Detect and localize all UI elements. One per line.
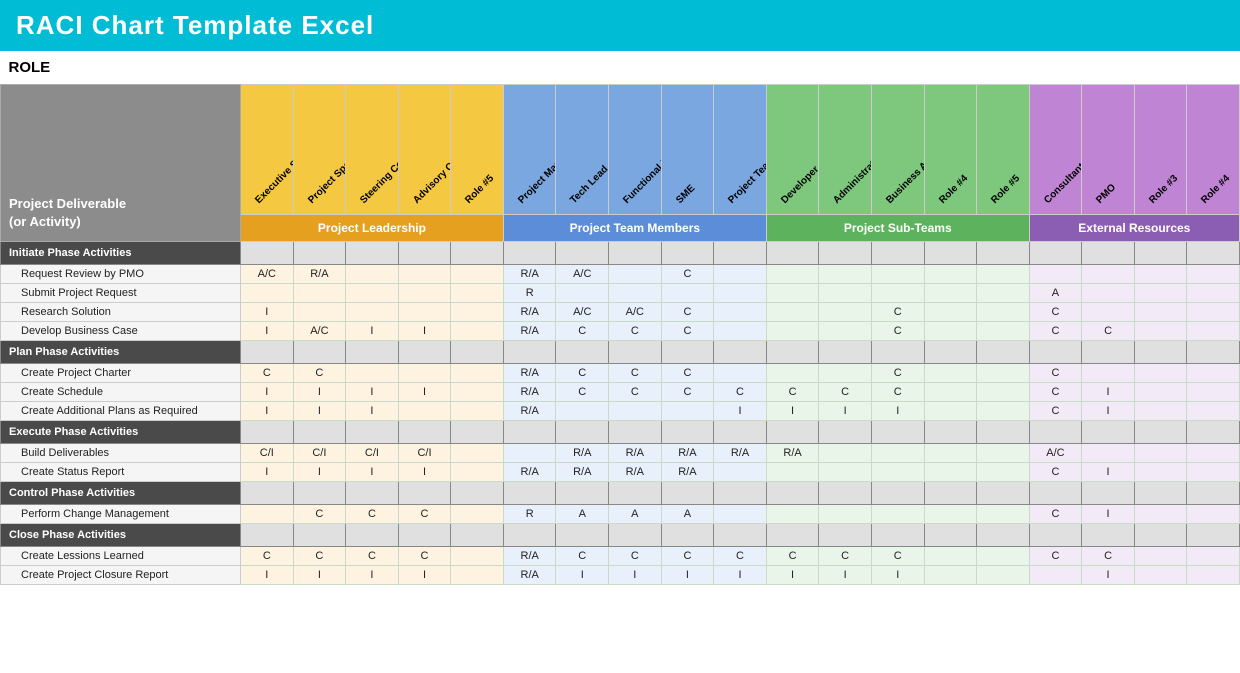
group-leadership: Project Leadership [241, 215, 504, 242]
col-header-role5-subteam: Role #5 [977, 85, 1030, 215]
col-header-steering-committee: Steering Committee [346, 85, 399, 215]
phase-close-label: Close Phase Activities [1, 524, 241, 547]
group-team: Project Team Members [503, 215, 766, 242]
row-submit-project: Submit Project Request R A [1, 284, 1240, 303]
activity-request-review: Request Review by PMO [1, 265, 241, 284]
phase-row-control: Control Phase Activities [1, 482, 1240, 505]
activity-lessons-learned: Create Lessions Learned [1, 547, 241, 566]
activity-column-header: Project Deliverable (or Activity) [1, 85, 241, 242]
col-header-role4-subteam: Role #4 [924, 85, 977, 215]
row-research-solution: Research Solution I R/AA/CA/CC C C [1, 303, 1240, 322]
row-request-review: Request Review by PMO A/CR/A R/AA/CC [1, 265, 1240, 284]
activity-create-charter: Create Project Charter [1, 364, 241, 383]
row-develop-business: Develop Business Case IA/CII R/ACCC C CC [1, 322, 1240, 341]
row-create-schedule: Create Schedule IIII R/ACCCC CCC CI [1, 383, 1240, 402]
col-header-project-sponsor: Project Sponsor [293, 85, 346, 215]
table-wrapper: ROLE Project Deliverable (or Activity) E… [0, 51, 1240, 585]
col-header-tech-lead: Tech Lead [556, 85, 609, 215]
col-header-admin-support: Administrative Support [819, 85, 872, 215]
col-header-functional-lead: Functional Lead [609, 85, 662, 215]
col-header-business-analyst: Business Analyst [871, 85, 924, 215]
col-header-role4-external: Role #4 [1187, 85, 1240, 215]
col-header-developer: Developer [766, 85, 819, 215]
row-create-charter: Create Project Charter CC R/ACCC C C [1, 364, 1240, 383]
group-external: External Resources [1029, 215, 1239, 242]
diagonal-headers-row: Project Deliverable (or Activity) Execut… [1, 85, 1240, 215]
phase-row-close: Close Phase Activities [1, 524, 1240, 547]
page-title: RACI Chart Template Excel [16, 10, 374, 40]
activity-header-text: Project Deliverable (or Activity) [9, 195, 232, 231]
activity-change-mgmt: Perform Change Management [1, 505, 241, 524]
phase-row-plan: Plan Phase Activities [1, 341, 1240, 364]
phase-control-label: Control Phase Activities [1, 482, 241, 505]
activity-additional-plans: Create Additional Plans as Required [1, 402, 241, 421]
phase-row-initiate: Initiate Phase Activities [1, 242, 1240, 265]
col-header-pmo: PMO [1082, 85, 1135, 215]
activity-develop-business: Develop Business Case [1, 322, 241, 341]
row-closure-report: Create Project Closure Report IIII R/AII… [1, 566, 1240, 585]
activity-research-solution: Research Solution [1, 303, 241, 322]
phase-plan-label: Plan Phase Activities [1, 341, 241, 364]
row-build-deliverables: Build Deliverables C/IC/IC/IC/I R/AR/AR/… [1, 444, 1240, 463]
activity-submit-project: Submit Project Request [1, 284, 241, 303]
phase-execute-label: Execute Phase Activities [1, 421, 241, 444]
phase-initiate-label: Initiate Phase Activities [1, 242, 241, 265]
activity-build-deliverables: Build Deliverables [1, 444, 241, 463]
role-label-row: ROLE [1, 51, 1240, 85]
phase-row-execute: Execute Phase Activities [1, 421, 1240, 444]
group-subteam: Project Sub-Teams [766, 215, 1029, 242]
col-header-project-manager: Project Manager [503, 85, 556, 215]
col-header-role3-external: Role #3 [1134, 85, 1187, 215]
row-change-mgmt: Perform Change Management CCC RAAA CI [1, 505, 1240, 524]
col-header-sme: SME [661, 85, 714, 215]
row-status-report: Create Status Report IIII R/AR/AR/AR/A C… [1, 463, 1240, 482]
activity-status-report: Create Status Report [1, 463, 241, 482]
title-bar: RACI Chart Template Excel [0, 0, 1240, 51]
col-header-executive-sponsor: Executive Sponsor [241, 85, 294, 215]
col-header-consultant: Consultant [1029, 85, 1082, 215]
activity-create-schedule: Create Schedule [1, 383, 241, 402]
row-lessons-learned: Create Lessions Learned CCCC R/ACCCC CCC… [1, 547, 1240, 566]
col-header-project-team-member: Project Team Member [714, 85, 767, 215]
activity-closure-report: Create Project Closure Report [1, 566, 241, 585]
col-header-advisory-committee: Advisory Committee [398, 85, 451, 215]
col-header-role5-leadership: Role #5 [451, 85, 504, 215]
row-additional-plans: Create Additional Plans as Required III … [1, 402, 1240, 421]
role-label: ROLE [1, 51, 241, 85]
